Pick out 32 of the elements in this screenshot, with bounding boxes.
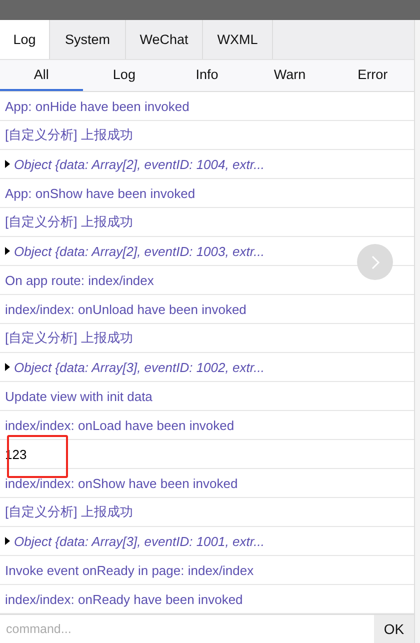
filter-tab[interactable]: Log (82, 60, 166, 91)
filter-tab[interactable]: Warn (248, 60, 332, 91)
expand-triangle-icon[interactable] (5, 537, 10, 545)
log-message: index/index: onShow have been invoked (5, 476, 238, 490)
object-summary: Object {data: Array[3], eventID: 1002, extr... (14, 360, 264, 374)
expand-triangle-icon[interactable] (5, 160, 10, 168)
log-message: On app route: index/index (5, 272, 154, 288)
tab[interactable]: System (50, 20, 126, 59)
log-message: [自定义分析] 上报成功 (5, 503, 133, 521)
filter-tab[interactable]: All (0, 60, 83, 91)
log-message: App: onHide have been invoked (5, 98, 190, 114)
log-message: Invoke event onReady in page: index/index (5, 562, 254, 578)
expand-triangle-icon[interactable] (5, 363, 10, 371)
expand-triangle-icon[interactable] (5, 247, 10, 255)
log-message: index/index: onLoad have been invoked (5, 418, 234, 432)
object-summary: Object {data: Array[3], eventID: 1001, extr... (14, 534, 264, 548)
log-message: index/index: onUnload have been invoked (5, 302, 246, 316)
chevron-right-icon (370, 254, 380, 270)
tab[interactable]: Log (0, 20, 50, 59)
log-message: [自定义分析] 上报成功 (5, 329, 133, 347)
tab[interactable]: WXML (203, 20, 273, 59)
ok-button[interactable]: OK (374, 615, 414, 643)
log-message: [自定义分析] 上报成功 (5, 213, 133, 231)
object-summary: Object {data: Array[2], eventID: 1004, extr... (14, 156, 264, 172)
log-message: Update view with init data (5, 388, 152, 404)
tab[interactable]: WeChat (126, 20, 203, 59)
log-message: [自定义分析] 上报成功 (5, 126, 133, 144)
log-message: App: onShow have been invoked (5, 186, 196, 200)
log-message: index/index: onReady have been invoked (5, 592, 243, 606)
object-summary: Object {data: Array[2], eventID: 1003, extr... (14, 244, 264, 258)
filter-tab[interactable]: Error (331, 60, 414, 91)
filter-tab[interactable]: Info (166, 60, 248, 91)
